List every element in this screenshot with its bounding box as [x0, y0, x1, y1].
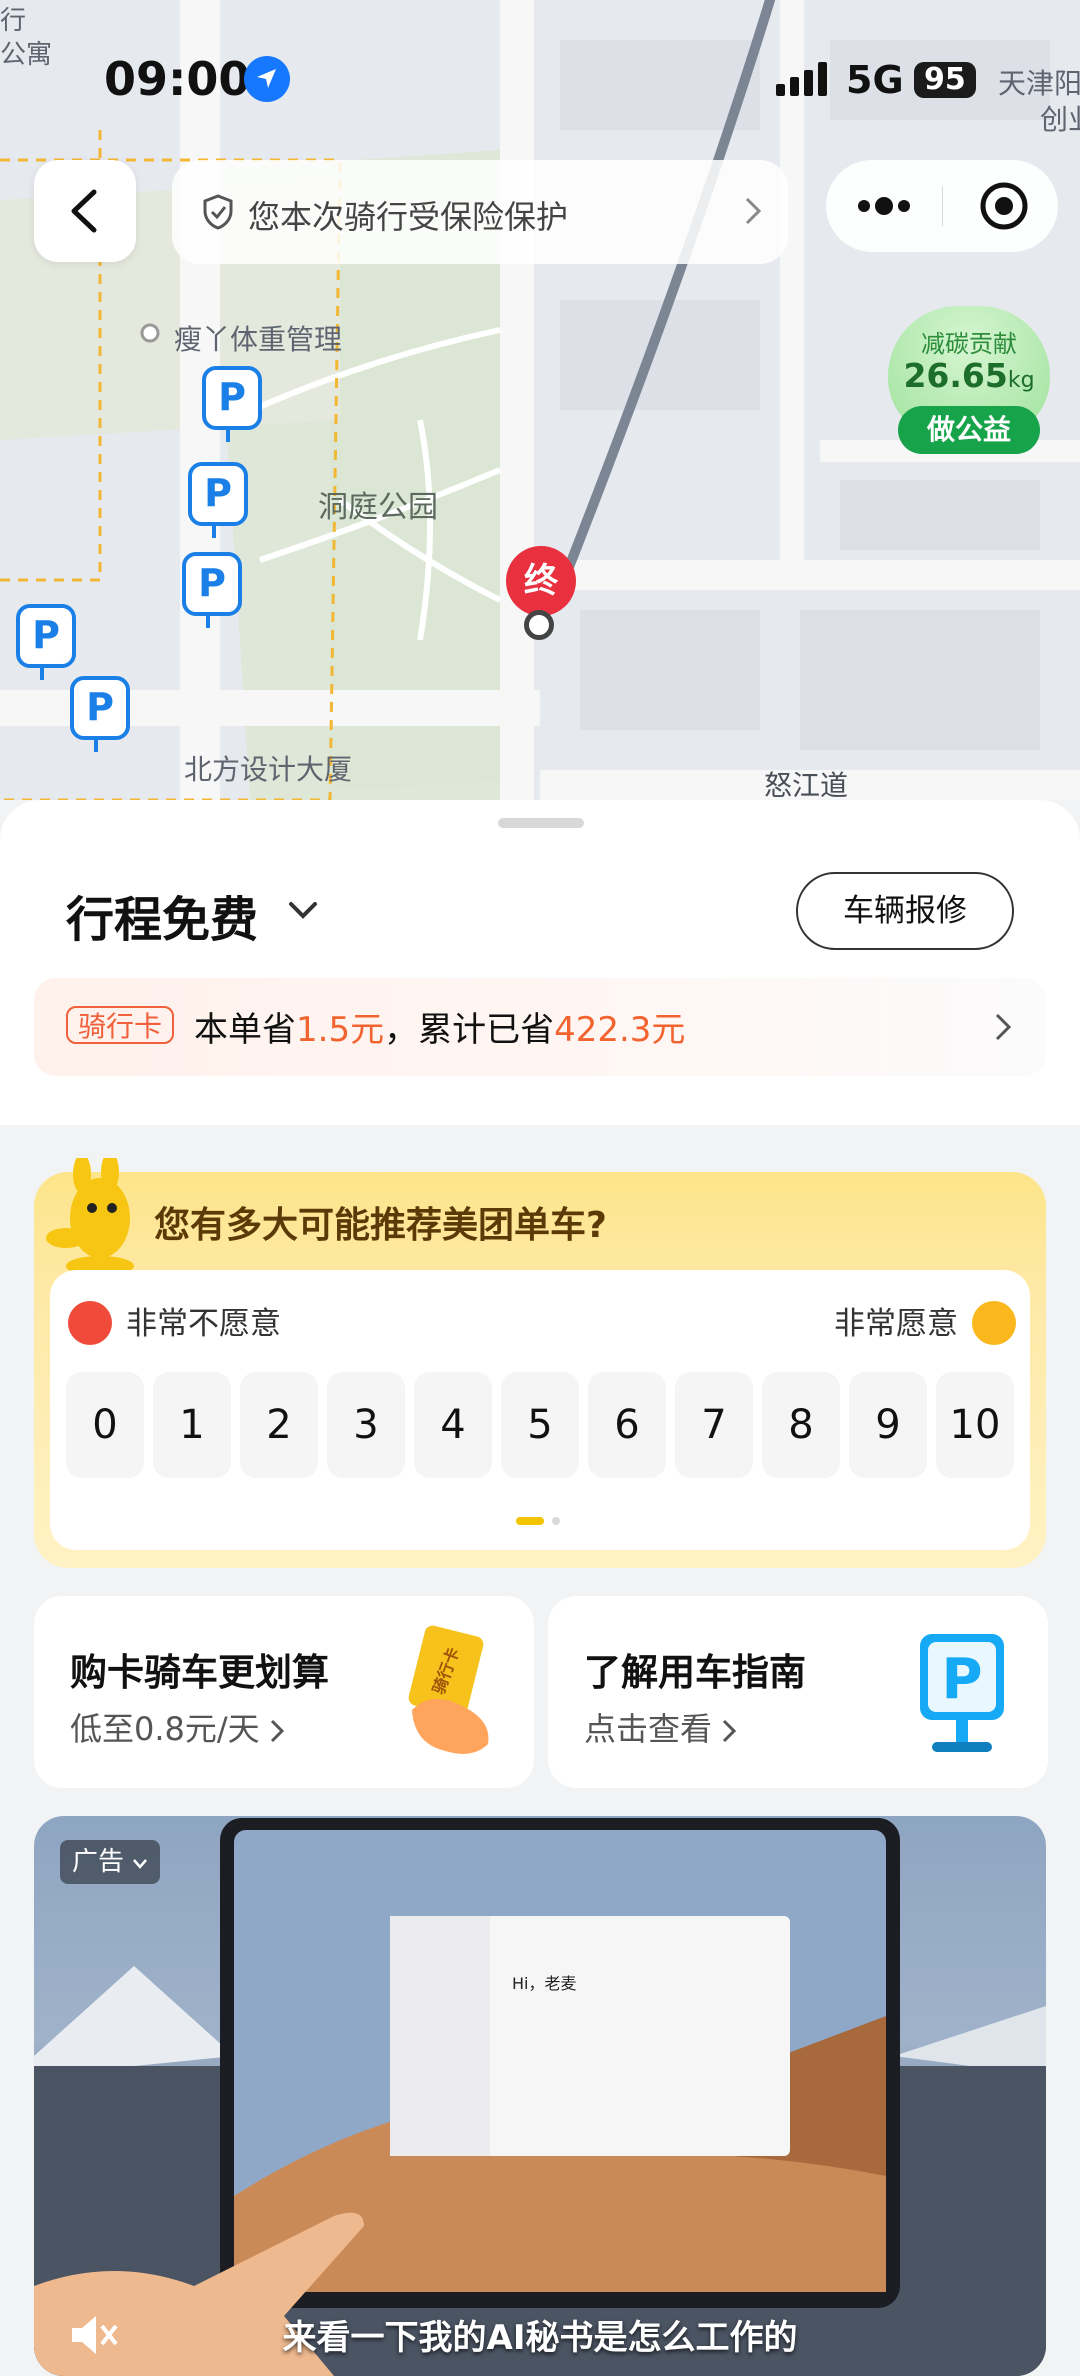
chevron-right-icon	[745, 197, 762, 225]
angry-face-icon	[68, 1300, 112, 1345]
guide-sub-text: 点击查看	[584, 1710, 713, 1748]
savings-prefix: 本单省	[194, 1010, 296, 1050]
back-button[interactable]	[34, 160, 136, 262]
survey-question: 您有多大可能推荐美团单车?	[154, 1205, 607, 1246]
parking-pin[interactable]: P	[188, 462, 248, 538]
chevron-down-icon	[133, 1859, 148, 1869]
trip-summary-panel: 行程免费 车辆报修 骑行卡 本单省1.5元，累计已省422.3元	[0, 800, 1080, 1125]
charity-button[interactable]: 做公益	[898, 406, 1040, 454]
guide-tile[interactable]: 了解用车指南 点击查看 P	[548, 1596, 1048, 1788]
score-option-5[interactable]: 5	[501, 1372, 579, 1478]
happy-face-icon	[972, 1300, 1016, 1345]
score-option-10[interactable]: 10	[936, 1372, 1014, 1478]
more-dots-icon[interactable]	[856, 188, 912, 224]
buy-card-title: 购卡骑车更划算	[70, 1651, 329, 1694]
poi-gym-label: 瘦丫体重管理	[174, 323, 343, 356]
score-high-label: 非常愿意	[834, 1298, 1016, 1348]
ad-screen-greeting: Hi，老麦	[512, 1974, 577, 1993]
score-option-7[interactable]: 7	[675, 1372, 753, 1478]
shield-icon	[203, 194, 233, 230]
ride-card-tag: 骑行卡	[66, 1006, 175, 1044]
score-option-8[interactable]: 8	[762, 1372, 840, 1478]
status-time: 09:00	[104, 52, 251, 106]
parking-pin[interactable]: P	[182, 552, 242, 628]
parking-sign-icon: P	[920, 1634, 1004, 1752]
score-low-label: 非常不愿意	[68, 1298, 281, 1348]
score-option-1[interactable]: 1	[153, 1372, 231, 1478]
kangaroo-mascot-icon	[46, 1158, 134, 1276]
poi-building-label: 北方设计大厦	[184, 753, 353, 786]
poi-park-label: 洞庭公园	[318, 490, 438, 525]
score-option-9[interactable]: 9	[849, 1372, 927, 1478]
ride-card-savings: 本单省1.5元，累计已省422.3元	[194, 1002, 685, 1051]
destination-dot-icon	[524, 610, 554, 640]
trip-sheet: 行程免费 车辆报修 骑行卡 本单省1.5元，累计已省422.3元 您有多大可能推…	[0, 800, 1080, 2376]
location-arrow-icon	[244, 56, 290, 102]
insurance-text: 您本次骑行受保险保护	[248, 198, 569, 236]
chevron-down-icon[interactable]	[288, 900, 318, 920]
status-bar: 09:00 5G 95	[0, 0, 1080, 150]
carbon-label: 减碳贡献	[921, 330, 1017, 358]
score-option-2[interactable]: 2	[240, 1372, 318, 1478]
score-option-0[interactable]: 0	[66, 1372, 144, 1478]
parking-pin[interactable]: P	[70, 676, 130, 752]
chevron-right-icon	[995, 1013, 1012, 1041]
buy-card-subtitle: 低至0.8元/天	[70, 1704, 284, 1750]
guide-title: 了解用车指南	[584, 1651, 806, 1694]
score-option-4[interactable]: 4	[414, 1372, 492, 1478]
ad-video-frame	[34, 1818, 1046, 2376]
signal-icon	[776, 62, 827, 96]
score-option-6[interactable]: 6	[588, 1372, 666, 1478]
score-low-text: 非常不愿意	[126, 1306, 281, 1342]
savings-mid: ，累计已省	[384, 1010, 555, 1050]
carbon-contribution-badge[interactable]: 减碳贡献 26.65kg 做公益	[888, 306, 1050, 456]
ad-tag-label: 广告	[72, 1847, 125, 1877]
network-type: 5G	[846, 58, 904, 102]
score-option-3[interactable]: 3	[327, 1372, 405, 1478]
ad-tag[interactable]: 广告	[60, 1840, 161, 1884]
buy-card-tile[interactable]: 购卡骑车更划算 低至0.8元/天 骑行卡	[34, 1596, 534, 1788]
video-ad[interactable]: Hi，老麦 广告 来看一下我的AI秘书是怎么工作的	[34, 1816, 1046, 2376]
insurance-banner[interactable]: 您本次骑行受保险保护	[172, 160, 788, 264]
parking-pin[interactable]: P	[16, 604, 76, 680]
close-target-icon[interactable]	[978, 180, 1030, 232]
drag-handle[interactable]	[498, 818, 584, 828]
capsule-divider	[942, 186, 943, 226]
battery-level: 95	[914, 62, 976, 98]
chevron-left-icon	[71, 189, 97, 233]
survey-panel: 非常不愿意 非常愿意 0 1 2 3 4 5 6 7 8 9 10	[50, 1270, 1030, 1550]
parking-sign-glyph: P	[941, 1647, 982, 1712]
repair-report-button[interactable]: 车辆报修	[796, 872, 1014, 950]
ride-card-hand-icon: 骑行卡	[408, 1625, 489, 1754]
savings-total: 422.3元	[554, 1010, 686, 1050]
carbon-unit: kg	[1007, 368, 1035, 393]
buy-card-sub-text: 低至0.8元/天	[70, 1710, 260, 1748]
mini-program-capsule	[826, 160, 1058, 252]
score-high-text: 非常愿意	[834, 1306, 958, 1342]
destination-marker[interactable]: 终	[506, 546, 576, 622]
chevron-right-icon	[723, 1719, 737, 1743]
page-indicator	[516, 1517, 560, 1525]
score-options: 0 1 2 3 4 5 6 7 8 9 10	[66, 1372, 1014, 1478]
road-label: 怒江道	[764, 769, 849, 802]
ride-card-banner[interactable]: 骑行卡 本单省1.5元，累计已省422.3元	[34, 978, 1046, 1076]
nps-survey-card: 您有多大可能推荐美团单车? 非常不愿意 非常愿意 0 1 2 3 4 5 6 7…	[34, 1158, 1046, 1568]
carbon-value-row: 26.65kg	[888, 356, 1050, 395]
chevron-right-icon	[270, 1719, 284, 1743]
savings-now: 1.5元	[296, 1010, 385, 1050]
trip-title[interactable]: 行程免费	[66, 880, 258, 950]
ad-caption: 来看一下我的AI秘书是怎么工作的	[282, 2318, 798, 2358]
guide-subtitle: 点击查看	[584, 1704, 737, 1750]
parking-pin[interactable]: P	[202, 366, 262, 442]
carbon-value: 26.65	[903, 356, 1008, 395]
